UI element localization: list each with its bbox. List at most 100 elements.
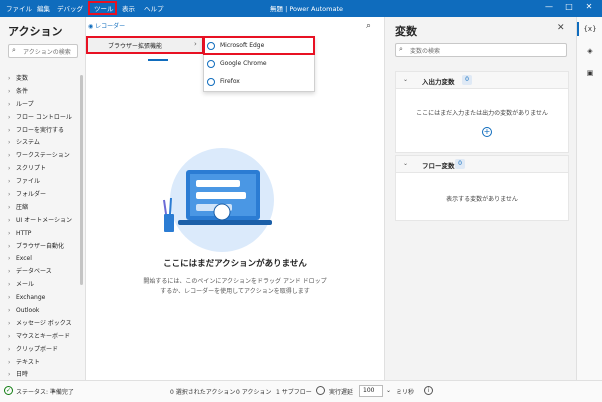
action-category-label: メッセージ ボックス: [16, 319, 72, 327]
minimize-button[interactable]: —: [542, 2, 556, 11]
chevron-right-icon: ›: [8, 319, 11, 327]
action-category[interactable]: › システム: [0, 137, 86, 150]
actions-panel: アクション ⌕ アクションの検索 › 変数 › 条件 › ループ › フロー コントロール › フ…: [0, 17, 86, 380]
flow-variables-title: フロー変数: [422, 162, 455, 170]
io-variables-section: ⌄ 入出力変数 0 ここにはまだ入力または出力の変数がありません +: [395, 71, 569, 153]
check-icon: ✓: [4, 386, 13, 395]
delay-stepper-icon[interactable]: ⌄: [386, 387, 391, 394]
recorder-label: レコーダー: [95, 23, 126, 30]
action-category-label: UI オートメーション: [16, 216, 72, 224]
variables-icon[interactable]: {x}: [583, 25, 597, 33]
action-category-label: ワークステーション: [16, 152, 70, 160]
add-variable-icon[interactable]: +: [482, 127, 492, 137]
action-category[interactable]: › UI オートメーション: [0, 215, 86, 228]
chevron-right-icon: ›: [8, 139, 11, 147]
recorder-button[interactable]: ◉ レコーダー: [88, 21, 125, 30]
flow-variables-header[interactable]: ⌄ フロー変数 0: [396, 156, 568, 173]
chevron-right-icon: ›: [8, 113, 11, 121]
flyout-item-label: Firefox: [220, 78, 240, 85]
action-category[interactable]: › Outlook: [0, 305, 86, 318]
flow-variables-count: 0: [455, 159, 465, 169]
chevron-right-icon: ›: [8, 229, 11, 237]
action-category-label: フォルダー: [16, 191, 47, 199]
action-category[interactable]: › ファイル: [0, 176, 86, 189]
right-rail: {x} ◈ ▣: [576, 17, 602, 380]
status-text: ステータス: 準備完了: [16, 389, 74, 396]
menu-help[interactable]: ヘルプ: [144, 3, 164, 13]
action-category[interactable]: › Excel: [0, 253, 86, 266]
subflows-count: 1 サブフロー: [276, 389, 312, 396]
maximize-button[interactable]: □: [562, 2, 576, 11]
action-category[interactable]: › メール: [0, 279, 86, 292]
flow-variables-empty-message: 表示する変数がありません: [446, 196, 518, 203]
browser-extensions-label: ブラウザー拡張機能: [108, 43, 163, 50]
action-category[interactable]: › ループ: [0, 99, 86, 112]
empty-state-description: 開始するには、このペインにアクションをドラッグ アンド ドロップ するか、レコー…: [126, 277, 344, 297]
action-category[interactable]: › HTTP: [0, 228, 86, 241]
action-category[interactable]: › 圧縮: [0, 202, 86, 215]
actions-scrollbar[interactable]: [80, 75, 83, 285]
action-category-label: フローを実行する: [16, 126, 65, 134]
images-icon[interactable]: ▣: [583, 69, 597, 77]
flyout-item-firefox[interactable]: Firefox: [204, 74, 314, 91]
action-category[interactable]: › マウスとキーボード: [0, 331, 86, 344]
io-variables-header[interactable]: ⌄ 入出力変数 0: [396, 72, 568, 89]
action-category[interactable]: › ブラウザー自動化: [0, 241, 86, 254]
chevron-right-icon: ›: [194, 40, 197, 48]
run-delay-unit: ミリ秒: [396, 389, 415, 396]
chevron-right-icon: ›: [8, 294, 11, 302]
window-title: 無題 | Power Automate: [270, 5, 343, 13]
info-icon[interactable]: i: [424, 386, 433, 395]
action-category-label: システム: [16, 139, 40, 147]
selected-actions-count: 0 選択されたアクション: [170, 389, 236, 396]
globe-icon: [207, 60, 215, 68]
chevron-right-icon: ›: [8, 87, 11, 95]
menu-view[interactable]: 表示: [122, 3, 135, 13]
action-category[interactable]: › 日時: [0, 369, 86, 378]
rail-active-indicator: [577, 22, 579, 36]
action-category-label: マウスとキーボード: [16, 332, 71, 340]
variables-search-input[interactable]: ⌕ 変数の検索: [395, 43, 567, 57]
action-category[interactable]: › クリップボード: [0, 344, 86, 357]
menu-debug[interactable]: デバッグ: [57, 3, 83, 13]
chevron-right-icon: ›: [8, 152, 11, 160]
chevron-down-icon: ⌄: [403, 160, 409, 167]
action-category[interactable]: › フロー コントロール: [0, 112, 86, 125]
variables-search-placeholder: 変数の検索: [410, 48, 441, 55]
close-window-button[interactable]: ✕: [582, 2, 596, 11]
chevron-right-icon: ›: [8, 281, 11, 289]
close-variables-icon[interactable]: ✕: [557, 23, 565, 33]
action-category[interactable]: › 条件: [0, 86, 86, 99]
action-category[interactable]: › フォルダー: [0, 189, 86, 202]
action-category[interactable]: › テキスト: [0, 357, 86, 370]
action-category[interactable]: › データベース: [0, 266, 86, 279]
action-category[interactable]: › ワークステーション: [0, 150, 86, 163]
chevron-right-icon: ›: [8, 345, 11, 353]
actions-search-input[interactable]: ⌕ アクションの検索: [8, 44, 78, 58]
action-category[interactable]: › メッセージ ボックス: [0, 318, 86, 331]
action-category-label: フロー コントロール: [16, 113, 72, 121]
action-category-label: 変数: [16, 75, 29, 82]
io-variables-title: 入出力変数: [422, 78, 455, 86]
chevron-right-icon: ›: [8, 268, 11, 276]
flyout-item-label: Google Chrome: [220, 60, 267, 67]
flyout-item-chrome[interactable]: Google Chrome: [204, 56, 314, 73]
action-category[interactable]: › フローを実行する: [0, 125, 86, 138]
menu-file[interactable]: ファイル: [6, 3, 32, 13]
action-category[interactable]: › スクリプト: [0, 163, 86, 176]
chevron-down-icon: ⌄: [403, 76, 409, 83]
run-delay-input[interactable]: 100: [359, 385, 383, 397]
chevron-right-icon: ›: [8, 358, 11, 366]
action-category[interactable]: › 変数: [0, 73, 86, 86]
canvas-tab-indicator: [148, 59, 168, 61]
chevron-right-icon: ›: [8, 307, 11, 315]
ui-elements-icon[interactable]: ◈: [583, 47, 597, 55]
actions-count: 0 アクション: [236, 389, 272, 396]
canvas-search-icon[interactable]: ⌕: [366, 21, 371, 31]
action-category[interactable]: › Exchange: [0, 292, 86, 305]
browser-extensions-menu-item[interactable]: ブラウザー拡張機能 ›: [86, 36, 204, 54]
empty-state-title: ここにはまだアクションがありません: [163, 259, 307, 269]
chevron-right-icon: ›: [8, 255, 11, 263]
chevron-right-icon: ›: [8, 216, 11, 224]
menu-edit[interactable]: 編集: [37, 3, 50, 13]
